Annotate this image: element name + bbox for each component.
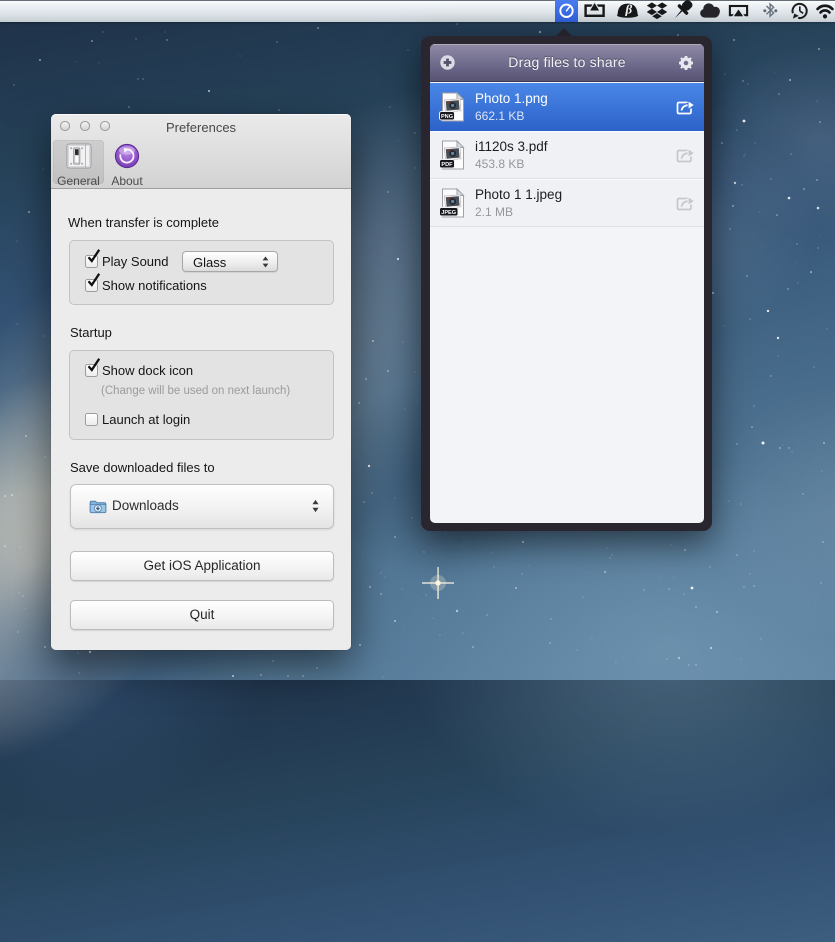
svg-text:PNG: PNG [441,114,453,120]
svg-text:JPEG: JPEG [441,210,456,216]
svg-text:β: β [624,2,632,17]
svg-text:PDF: PDF [441,162,453,168]
